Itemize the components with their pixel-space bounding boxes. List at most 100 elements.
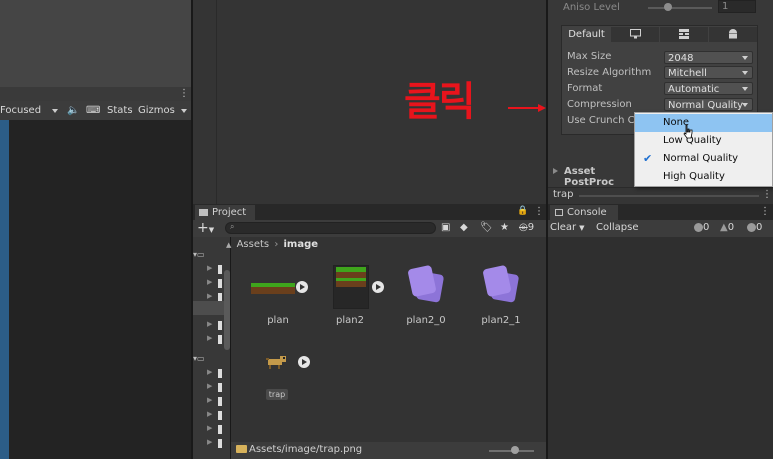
selected-asset-path: Assets/image/trap.png — [249, 444, 363, 455]
project-footer: Assets/image/trap.png — [231, 442, 546, 459]
breadcrumb-assets[interactable]: Assets — [237, 239, 270, 250]
game-view-strip — [0, 87, 191, 101]
folder-open-icon: ▾▭ — [193, 250, 205, 259]
asset-postprocessor-foldout[interactable]: Asset PostProc — [553, 166, 643, 188]
asset-item[interactable]: trap — [262, 350, 326, 402]
search-by-label-icon[interactable]: ◆ — [460, 220, 468, 236]
asset-name: plan2 — [336, 315, 364, 326]
collapse-button[interactable]: Collapse — [596, 220, 639, 236]
asset-item[interactable]: plan — [246, 265, 310, 327]
more-options-icon[interactable]: ⋮ — [534, 206, 544, 217]
info-icon — [694, 222, 703, 232]
search-by-type-icon[interactable]: ▣ — [441, 220, 450, 236]
project-toolbar: +▼ ⌕ ▣ ◆ 🏷 ★ ◎9 — [193, 220, 546, 237]
scene-view[interactable] — [193, 0, 546, 204]
focused-dropdown[interactable]: Focused — [0, 103, 62, 119]
favorite-star-icon[interactable]: ★ — [500, 220, 509, 236]
format-dropdown[interactable]: Automatic — [664, 82, 753, 95]
tree-folder-open[interactable]: ▾▭ — [193, 250, 229, 262]
chevron-down-icon — [742, 56, 748, 60]
clear-label: Clear — [550, 222, 577, 233]
tab-console-label: Console — [567, 207, 607, 218]
inspector-footer-name: trap — [553, 189, 574, 200]
log-count: 0 — [703, 222, 710, 233]
clear-button[interactable]: Clear ▼ — [550, 220, 585, 236]
asset-postprocessor-label: Asset PostProc — [564, 166, 614, 188]
hidden-packages-icon[interactable]: ◎9 — [519, 220, 534, 236]
resize-algorithm-dropdown[interactable]: Mitchell — [664, 66, 753, 79]
chevron-down-icon — [742, 87, 748, 91]
tree-row[interactable]: ▶ — [193, 368, 229, 380]
add-asset-button[interactable]: +▼ — [197, 220, 214, 236]
resize-algorithm-value: Mitchell — [668, 68, 707, 79]
gizmos-dropdown[interactable]: Gizmos — [138, 103, 190, 119]
log-count-toggle[interactable]: 0 — [694, 220, 709, 236]
menu-item-high-quality[interactable]: High Quality — [635, 168, 772, 186]
aniso-value: 1 — [722, 1, 729, 12]
tree-row[interactable]: ▶ — [193, 396, 229, 408]
tab-console[interactable]: Console — [550, 205, 618, 220]
asset-name-selected: trap — [266, 389, 288, 400]
thumbnail-size-handle[interactable] — [511, 446, 519, 454]
play-icon[interactable] — [298, 356, 310, 368]
tag-icon[interactable]: 🏷 — [480, 220, 493, 236]
click-annotation-text: 클릭 — [404, 79, 476, 125]
tab-project[interactable]: Project — [195, 205, 255, 220]
menu-item-normal-quality[interactable]: ✔ Normal Quality — [635, 150, 772, 168]
search-icon: ⌕ — [230, 222, 235, 231]
format-label: Format — [567, 83, 603, 94]
compression-dropdown[interactable]: Normal Quality — [664, 98, 753, 111]
aniso-slider-handle[interactable] — [664, 3, 672, 11]
warning-count-toggle[interactable]: ▲0 — [720, 220, 734, 236]
asset-name: plan2_0 — [406, 315, 446, 326]
asset-item[interactable]: plan2_1 — [475, 265, 539, 327]
menu-item-low-quality[interactable]: Low Quality — [635, 132, 772, 150]
menu-item-none[interactable]: None — [635, 114, 772, 132]
compression-label: Compression — [567, 99, 632, 110]
audio-icon[interactable]: 🔈 — [67, 103, 79, 119]
aniso-slider[interactable] — [648, 7, 712, 9]
asset-item[interactable]: plan2_0 — [400, 265, 464, 327]
max-size-label: Max Size — [567, 51, 612, 62]
tree-row[interactable]: ▶ — [193, 424, 229, 436]
menu-item-normal-quality-label: Normal Quality — [663, 153, 739, 164]
lock-icon[interactable]: 🔒 — [517, 206, 528, 216]
asset-name: trap — [268, 390, 286, 399]
hidden-packages-count: 9 — [527, 222, 535, 233]
play-icon[interactable] — [296, 281, 308, 293]
stats-button[interactable]: Stats — [107, 103, 133, 119]
folder-tree-scrollbar[interactable] — [224, 270, 230, 350]
asset-item[interactable]: plan2 — [330, 265, 394, 327]
more-options-icon[interactable]: ⋮ — [179, 88, 189, 99]
foldout-arrow-icon — [553, 168, 558, 174]
checkmark-icon: ✔ — [643, 152, 653, 165]
tab-standalone[interactable] — [611, 27, 659, 42]
tab-default[interactable]: Default — [563, 27, 610, 43]
tree-folder-open[interactable]: ▾▭ — [193, 354, 229, 366]
breadcrumb-image[interactable]: image — [284, 239, 319, 250]
console-toolbar: Clear ▼ Collapse 0 ▲0 0 — [548, 220, 773, 237]
keyboard-icon[interactable]: ⌨ — [86, 103, 100, 119]
warning-icon: ▲ — [720, 222, 728, 233]
error-count: 0 — [756, 222, 763, 233]
breadcrumb-up-icon[interactable]: ▲ — [226, 241, 231, 249]
footer-slider[interactable] — [579, 195, 759, 197]
tree-row[interactable]: ▶ — [193, 382, 229, 394]
more-options-icon[interactable]: ⋮ — [760, 206, 770, 217]
aniso-value-field[interactable]: 1 — [718, 0, 756, 13]
tab-android[interactable] — [709, 27, 757, 42]
max-size-dropdown[interactable]: 2048 — [664, 51, 753, 64]
tree-row[interactable]: ▶ — [193, 410, 229, 422]
use-crunch-label: Use Crunch Co — [567, 115, 641, 126]
more-options-icon[interactable]: ⋮ — [762, 189, 772, 200]
chevron-down-icon — [181, 109, 187, 113]
tab-project-label: Project — [212, 207, 247, 218]
tree-row[interactable]: ▶ — [193, 438, 229, 450]
play-icon[interactable] — [372, 281, 384, 293]
tab-webgl[interactable] — [660, 27, 708, 42]
console-log-area[interactable] — [548, 237, 773, 459]
project-search-input[interactable]: ⌕ — [225, 222, 436, 234]
grass-strip-thumbnail — [251, 283, 295, 294]
error-count-toggle[interactable]: 0 — [747, 220, 762, 236]
game-canvas[interactable] — [0, 120, 191, 459]
